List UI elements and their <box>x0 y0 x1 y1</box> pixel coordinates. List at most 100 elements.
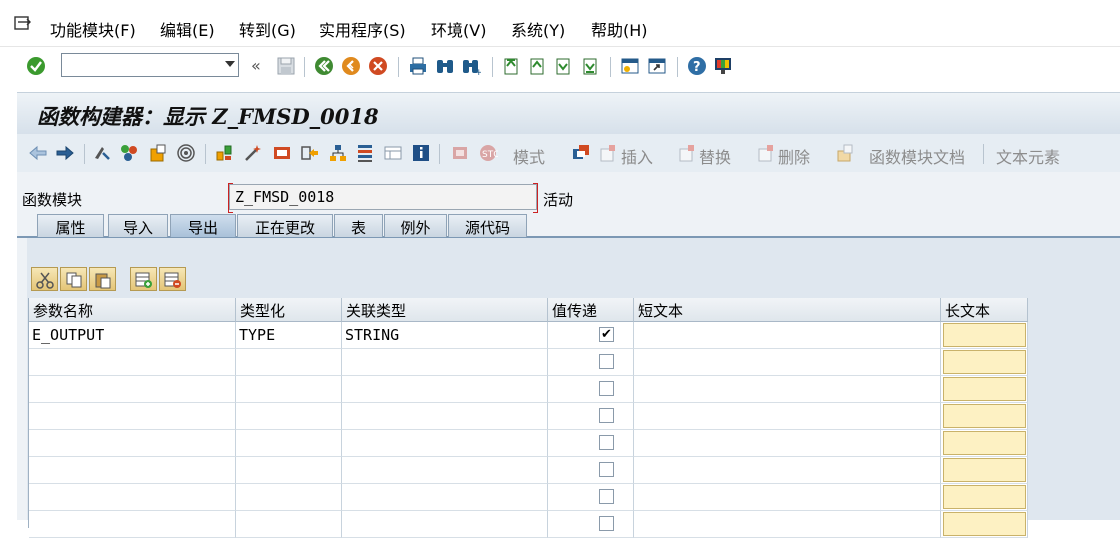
command-field[interactable] <box>61 53 239 77</box>
cell-typing[interactable] <box>236 403 342 430</box>
menu-goto[interactable]: 转到(G) <box>239 17 296 41</box>
help-icon[interactable]: ? <box>687 56 707 76</box>
cell-param[interactable] <box>29 430 236 457</box>
cell-typing[interactable]: TYPE <box>236 322 342 349</box>
previous-page-icon[interactable] <box>527 56 547 76</box>
hierarchy-icon[interactable] <box>328 143 348 163</box>
long-text-button[interactable] <box>943 404 1026 428</box>
cell-short-text[interactable] <box>634 349 941 376</box>
cell-param[interactable] <box>29 349 236 376</box>
forward-arrow-icon[interactable] <box>55 143 75 163</box>
stack-icon[interactable] <box>355 143 375 163</box>
test-run-icon[interactable] <box>272 143 292 163</box>
cell-typing[interactable] <box>236 484 342 511</box>
cancel-icon[interactable] <box>368 56 388 76</box>
menu-function-module[interactable]: 功能模块(F) <box>50 17 136 41</box>
where-used-icon[interactable] <box>176 143 196 163</box>
menu-edit[interactable]: 编辑(E) <box>160 17 215 41</box>
cell-short-text[interactable] <box>634 457 941 484</box>
copy-button[interactable] <box>60 267 87 291</box>
find-next-icon[interactable]: + <box>461 56 481 76</box>
info-icon[interactable] <box>411 143 431 163</box>
pass-by-value-checkbox[interactable] <box>599 381 614 396</box>
first-page-icon[interactable] <box>501 56 521 76</box>
activate-icon[interactable] <box>148 143 168 163</box>
tab-source-code[interactable]: 源代码 <box>448 214 527 237</box>
tab-import[interactable]: 导入 <box>108 214 168 237</box>
cell-short-text[interactable] <box>634 322 941 349</box>
pass-by-value-checkbox[interactable] <box>599 408 614 423</box>
display-change-icon[interactable] <box>92 143 112 163</box>
pattern-wand-icon[interactable] <box>243 143 263 163</box>
cell-assoc-type[interactable] <box>342 430 548 457</box>
column-header[interactable]: 关联类型 <box>342 298 548 322</box>
long-text-button[interactable] <box>943 377 1026 401</box>
tab-tables[interactable]: 表 <box>334 214 383 237</box>
pass-by-value-checkbox[interactable] <box>599 462 614 477</box>
cell-param[interactable] <box>29 457 236 484</box>
pretty-printer-icon[interactable] <box>571 143 591 163</box>
system-menu-icon[interactable] <box>14 16 32 32</box>
cell-assoc-type[interactable]: STRING <box>342 322 548 349</box>
exit-icon[interactable] <box>341 56 361 76</box>
cell-assoc-type[interactable] <box>342 484 548 511</box>
print-icon[interactable] <box>408 56 428 76</box>
collapse-chevron-icon[interactable]: « <box>251 56 261 75</box>
last-page-icon[interactable] <box>580 56 600 76</box>
column-header[interactable]: 长文本 <box>941 298 1028 322</box>
cell-param[interactable] <box>29 376 236 403</box>
save-icon[interactable] <box>276 56 296 76</box>
column-header[interactable]: 类型化 <box>236 298 342 322</box>
cell-typing[interactable] <box>236 430 342 457</box>
layout-icon[interactable] <box>383 143 403 163</box>
cell-short-text[interactable] <box>634 511 941 538</box>
create-shortcut-icon[interactable] <box>647 56 667 76</box>
next-page-icon[interactable] <box>553 56 573 76</box>
pass-by-value-checkbox[interactable] <box>599 435 614 450</box>
cell-assoc-type[interactable] <box>342 349 548 376</box>
column-header[interactable]: 值传递 <box>548 298 634 322</box>
cell-short-text[interactable] <box>634 430 941 457</box>
menu-environment[interactable]: 环境(V) <box>431 17 486 41</box>
cell-typing[interactable] <box>236 457 342 484</box>
tab-changing[interactable]: 正在更改 <box>237 214 333 237</box>
cell-short-text[interactable] <box>634 376 941 403</box>
cell-assoc-type[interactable] <box>342 511 548 538</box>
long-text-button[interactable] <box>943 431 1026 455</box>
find-icon[interactable] <box>435 56 455 76</box>
create-session-icon[interactable] <box>620 56 640 76</box>
cell-param[interactable] <box>29 511 236 538</box>
cell-param[interactable] <box>29 403 236 430</box>
pass-by-value-checkbox[interactable] <box>599 489 614 504</box>
object-list-icon[interactable] <box>214 143 234 163</box>
long-text-button[interactable] <box>943 323 1026 347</box>
cell-assoc-type[interactable] <box>342 457 548 484</box>
back-icon[interactable] <box>314 56 334 76</box>
navigation-icon[interactable] <box>300 143 320 163</box>
cell-assoc-type[interactable] <box>342 403 548 430</box>
menu-system[interactable]: 系统(Y) <box>511 17 565 41</box>
tab-attributes[interactable]: 属性 <box>37 214 104 237</box>
menu-help[interactable]: 帮助(H) <box>591 17 648 41</box>
enter-check-icon[interactable] <box>26 56 46 76</box>
menu-utilities[interactable]: 实用程序(S) <box>319 17 406 41</box>
long-text-button[interactable] <box>943 350 1026 374</box>
tab-exceptions[interactable]: 例外 <box>384 214 447 237</box>
long-text-button[interactable] <box>943 512 1026 536</box>
other-object-icon[interactable] <box>119 143 139 163</box>
pass-by-value-checkbox[interactable] <box>599 354 614 369</box>
command-dropdown-icon[interactable] <box>225 61 235 67</box>
cell-short-text[interactable] <box>634 484 941 511</box>
insert-row-button[interactable] <box>130 267 157 291</box>
cell-typing[interactable] <box>236 511 342 538</box>
cell-typing[interactable] <box>236 376 342 403</box>
customize-layout-icon[interactable] <box>713 56 733 76</box>
tab-export[interactable]: 导出 <box>170 214 236 237</box>
cell-param[interactable]: E_OUTPUT <box>29 322 236 349</box>
cell-assoc-type[interactable] <box>342 376 548 403</box>
paste-button[interactable] <box>89 267 116 291</box>
cell-typing[interactable] <box>236 349 342 376</box>
back-arrow-icon[interactable] <box>28 143 48 163</box>
pass-by-value-checkbox[interactable]: ✔ <box>599 327 614 342</box>
column-header[interactable]: 参数名称 <box>29 298 236 322</box>
